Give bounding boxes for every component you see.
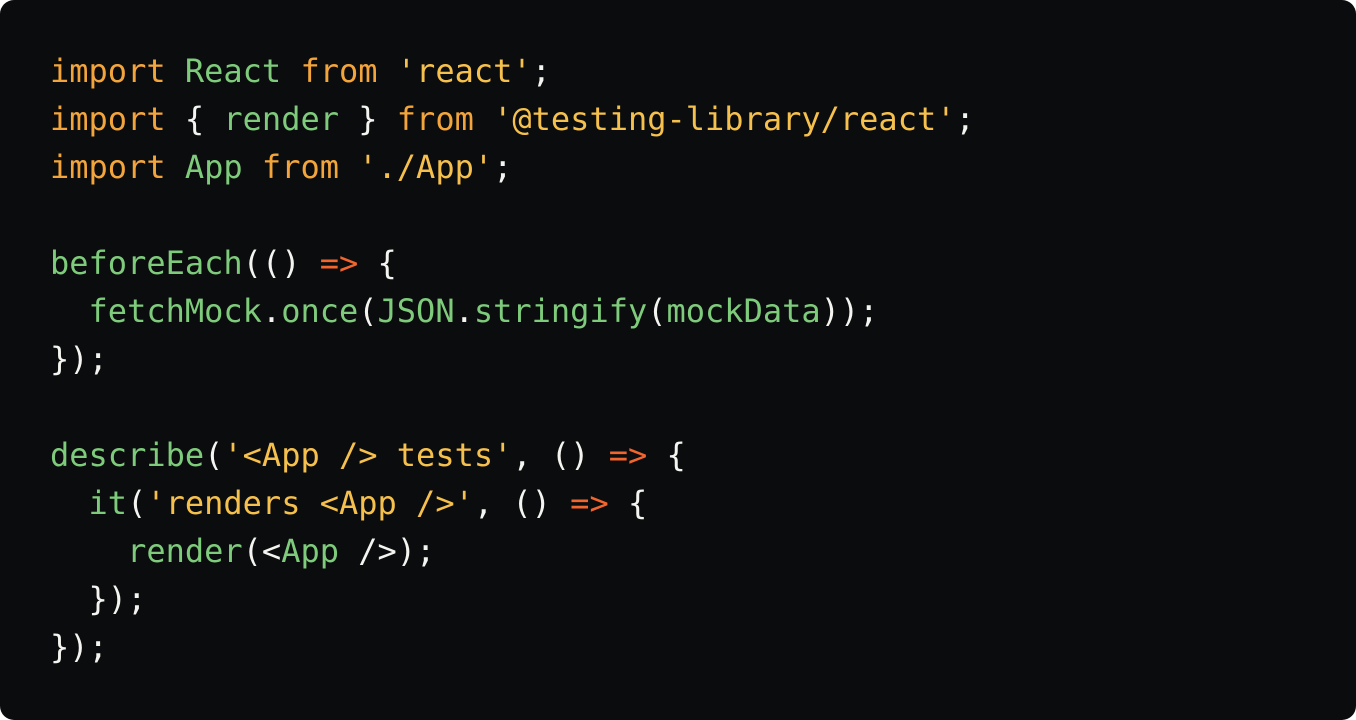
arrow-token: => [319, 244, 359, 282]
keyword-token: import [50, 52, 166, 90]
punctuation-token: )); [820, 292, 879, 330]
punctuation-token: . [454, 292, 474, 330]
code-line: render(<App />); [50, 527, 1356, 575]
code-line: import { render } from '@testing-library… [50, 95, 1356, 143]
identifier-token: it [88, 484, 128, 522]
keyword-token: import [50, 148, 166, 186]
punctuation-token: ; [955, 100, 975, 138]
punctuation-token: , () [512, 436, 609, 474]
punctuation-token: }); [50, 580, 147, 618]
identifier-token: stringify [473, 292, 648, 330]
identifier-token: describe [50, 436, 205, 474]
identifier-token: render [223, 100, 339, 138]
identifier-token: beforeEach [50, 244, 243, 282]
code-line: import React from 'react'; [50, 47, 1356, 95]
identifier-token: render [127, 532, 243, 570]
string-token: '<App /> tests' [223, 436, 513, 474]
punctuation-token: . [261, 292, 282, 330]
punctuation-token: ( [647, 292, 667, 330]
string-token: '@testing-library/react' [493, 100, 956, 138]
code-line: import App from './App'; [50, 143, 1356, 191]
code-line: beforeEach(() => { [50, 239, 1356, 287]
keyword-token: from [396, 100, 474, 138]
arrow-token: => [570, 484, 609, 522]
code-editor: import React from 'react'; import { rende… [0, 0, 1356, 720]
identifier-token: JSON [377, 292, 455, 330]
punctuation-token: (() [242, 244, 320, 282]
keyword-token: from [261, 148, 339, 186]
keyword-token: import [50, 100, 166, 138]
punctuation-token: ( [204, 436, 224, 474]
punctuation-token: }); [50, 340, 108, 378]
code-line: }); [50, 623, 1356, 671]
punctuation-token: { [165, 100, 224, 138]
identifier-token: once [281, 292, 359, 330]
code-line: fetchMock.once(JSON.stringify(mockData))… [50, 287, 1356, 335]
code-line: }); [50, 335, 1356, 383]
punctuation-token: { [647, 436, 686, 474]
identifier-token: React [184, 52, 282, 90]
identifier-token: App [184, 148, 243, 186]
punctuation-token: }); [50, 628, 108, 666]
punctuation-token: ; [493, 148, 513, 186]
punctuation-token: (< [242, 532, 282, 570]
arrow-token: => [608, 436, 648, 474]
punctuation-token: } [338, 100, 397, 138]
code-line: }); [50, 575, 1356, 623]
punctuation-token: ( [127, 484, 147, 522]
punctuation-token: />); [338, 532, 436, 570]
identifier-token: fetchMock [88, 292, 262, 330]
string-token: 'renders <App />' [146, 484, 474, 522]
identifier-token: mockData [666, 292, 821, 330]
string-token: 'react' [396, 52, 532, 90]
code-block: import React from 'react'; import { rende… [50, 47, 1356, 671]
punctuation-token: { [358, 244, 397, 282]
identifier-token: App [281, 532, 339, 570]
keyword-token: from [300, 52, 378, 90]
punctuation-token: ; [531, 52, 551, 90]
punctuation-token: , () [473, 484, 571, 522]
code-line: describe('<App /> tests', () => { [50, 431, 1356, 479]
string-token: './App' [358, 148, 494, 186]
code-line: it('renders <App />', () => { [50, 479, 1356, 527]
punctuation-token: { [608, 484, 648, 522]
punctuation-token: ( [358, 292, 378, 330]
